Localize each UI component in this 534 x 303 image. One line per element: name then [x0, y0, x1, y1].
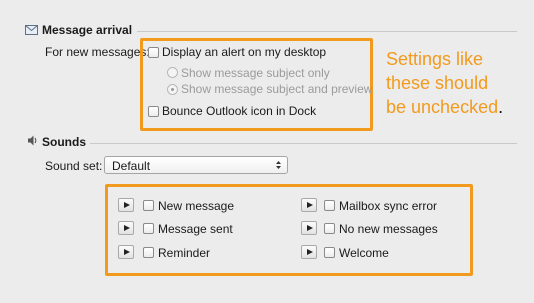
play-sound-button-welcome[interactable] — [301, 245, 317, 259]
annotation-line-3-text: be unchecked — [386, 97, 499, 117]
sound-checkbox-mailbox-sync-error[interactable] — [324, 200, 335, 211]
sound-label: New message — [158, 199, 235, 213]
sound-checkbox-welcome[interactable] — [324, 247, 335, 258]
play-sound-button-message-sent[interactable] — [118, 221, 134, 235]
sound-set-value: Default — [112, 159, 151, 173]
section-divider — [137, 31, 517, 32]
sound-label: Reminder — [158, 246, 211, 260]
subject-preview-radio[interactable] — [167, 84, 178, 95]
for-new-messages-label: For new messages: — [45, 45, 150, 59]
section-divider — [90, 143, 517, 144]
sound-set-label: Sound set: — [45, 159, 103, 173]
sound-label: No new messages — [339, 222, 438, 236]
sound-checkbox-new-message[interactable] — [143, 200, 154, 211]
play-sound-button-new-message[interactable] — [118, 198, 134, 212]
annotation-period: . — [498, 97, 504, 117]
message-arrival-title: Message arrival — [42, 23, 133, 37]
annotation-text: Settings like these should be unchecked. — [386, 47, 503, 119]
bounce-icon-checkbox[interactable] — [148, 106, 159, 117]
subject-only-label: Show message subject only — [181, 66, 330, 80]
annotation-line-1: Settings like — [386, 49, 484, 69]
sound-set-select[interactable]: Default — [104, 156, 288, 174]
sound-checkbox-reminder[interactable] — [143, 247, 154, 258]
play-sound-button-mailbox-sync-error[interactable] — [301, 198, 317, 212]
play-sound-button-no-new-messages[interactable] — [301, 221, 317, 235]
sound-checkbox-no-new-messages[interactable] — [324, 223, 335, 234]
display-alert-checkbox[interactable] — [148, 47, 159, 58]
sound-checkbox-message-sent[interactable] — [143, 223, 154, 234]
annotation-line-3: be unchecked. — [386, 95, 503, 119]
up-down-arrows-icon — [276, 161, 281, 169]
bounce-icon-label: Bounce Outlook icon in Dock — [162, 104, 317, 118]
subject-only-radio[interactable] — [167, 67, 178, 78]
display-alert-label: Display an alert on my desktop — [162, 45, 327, 59]
annotation-line-2: these should — [386, 73, 489, 93]
subject-preview-label: Show message subject and preview — [181, 82, 373, 96]
sound-label: Welcome — [339, 246, 389, 260]
sound-label: Mailbox sync error — [339, 199, 438, 213]
envelope-icon — [25, 25, 38, 35]
sound-label: Message sent — [158, 222, 233, 236]
sounds-title: Sounds — [42, 135, 86, 149]
play-sound-button-reminder[interactable] — [118, 245, 134, 259]
speaker-icon — [28, 135, 37, 146]
